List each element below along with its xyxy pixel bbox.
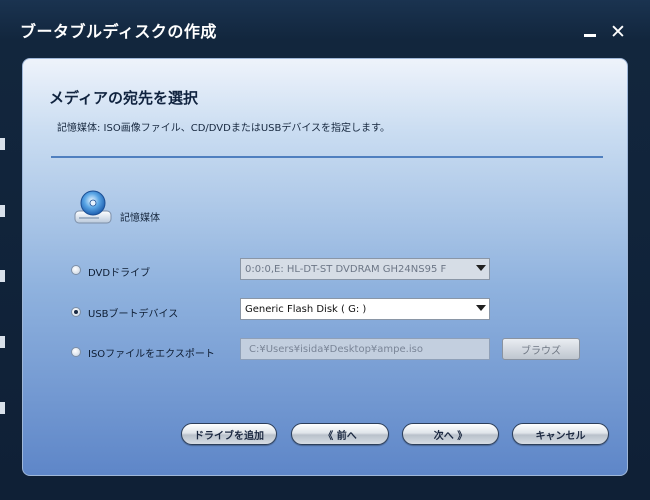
minimize-icon xyxy=(584,33,596,37)
page-title: メディアの宛先を選択 xyxy=(49,89,198,107)
header-divider xyxy=(51,156,603,158)
iso-path-value: C:¥Users¥isida¥Desktop¥ampe.iso xyxy=(249,343,423,355)
iso-export-radio[interactable] xyxy=(71,347,81,357)
close-button[interactable]: ✕ xyxy=(608,21,628,43)
usb-device-select[interactable]: Generic Flash Disk ( G: ) xyxy=(240,298,490,320)
dvd-drive-radio[interactable] xyxy=(71,265,81,275)
media-label: 記憶媒体 xyxy=(120,213,160,224)
chevron-down-icon xyxy=(476,305,486,311)
dvd-drive-value: 0:0:0,E: HL-DT-ST DVDRAM GH24NS95 F xyxy=(245,263,447,275)
dvd-drive-select[interactable]: 0:0:0,E: HL-DT-ST DVDRAM GH24NS95 F xyxy=(240,258,490,280)
background-window-edge xyxy=(0,270,5,282)
dialog-window: ブータブルディスクの作成 ✕ メディアの宛先を選択 記憶媒体: ISO画像ファイ… xyxy=(0,0,650,500)
cancel-button[interactable]: キャンセル xyxy=(512,423,609,445)
usb-device-value: Generic Flash Disk ( G: ) xyxy=(245,303,367,315)
iso-path-input[interactable]: C:¥Users¥isida¥Desktop¥ampe.iso xyxy=(240,338,490,360)
back-button[interactable]: 《 前へ xyxy=(291,423,389,445)
title-bar[interactable]: ブータブルディスクの作成 ✕ xyxy=(0,0,650,58)
usb-boot-device-label[interactable]: USBブートデバイス xyxy=(88,305,178,320)
disc-drive-icon xyxy=(74,190,112,224)
chevron-down-icon xyxy=(476,265,486,271)
content-panel: メディアの宛先を選択 記憶媒体: ISO画像ファイル、CD/DVDまたはUSBデ… xyxy=(22,58,628,476)
dvd-drive-label[interactable]: DVDドライブ xyxy=(88,264,150,279)
background-window-edge xyxy=(0,138,5,150)
background-window-edge xyxy=(0,205,5,217)
page-description: 記憶媒体: ISO画像ファイル、CD/DVDまたはUSBデバイスを指定します。 xyxy=(57,123,391,134)
minimize-button[interactable] xyxy=(580,22,600,42)
window-title: ブータブルディスクの作成 xyxy=(20,22,217,41)
add-drive-button[interactable]: ドライブを追加 xyxy=(181,423,277,445)
browse-button[interactable]: ブラウズ xyxy=(502,338,580,360)
background-window-edge xyxy=(0,402,5,414)
usb-boot-device-radio[interactable] xyxy=(71,307,81,317)
next-button[interactable]: 次へ 》 xyxy=(402,423,499,445)
background-window-edge xyxy=(0,336,5,348)
close-icon: ✕ xyxy=(610,21,626,43)
iso-export-label[interactable]: ISOファイルをエクスポート xyxy=(88,345,215,360)
